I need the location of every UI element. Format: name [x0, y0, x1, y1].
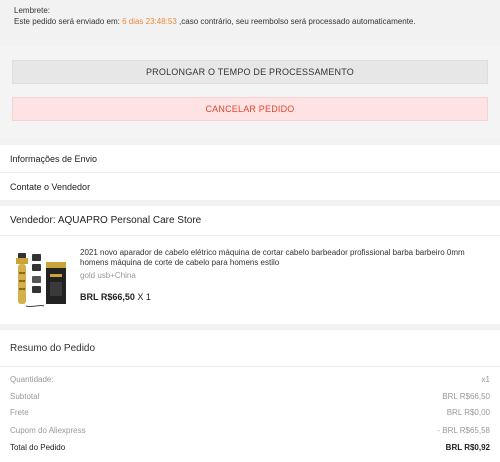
reminder-prefix: Este pedido será enviado em:: [14, 17, 123, 26]
order-summary: Resumo do Pedido Quantidade: x1 Subtotal…: [0, 330, 500, 462]
summary-value: BRL R$0,00: [446, 408, 490, 417]
product-price: BRL R$66,50: [80, 292, 135, 302]
product-title[interactable]: 2021 novo aparador de cabelo elétrico má…: [80, 248, 490, 268]
divider: [0, 235, 500, 236]
summary-title: Resumo do Pedido: [10, 343, 96, 354]
product-quantity: X 1: [137, 292, 151, 302]
summary-row-shipping: Frete BRL R$0,00: [10, 408, 490, 420]
store-card: Vendedor: AQUAPRO Personal Care Store 20…: [0, 206, 500, 324]
summary-label: Frete: [10, 408, 29, 417]
reminder-message: Este pedido será enviado em: 6 dias 23:4…: [14, 16, 500, 27]
reminder-suffix: ,caso contrário, seu reembolso será proc…: [176, 17, 416, 26]
reminder-banner: Lembrete: Este pedido será enviado em: 6…: [0, 0, 500, 30]
summary-value: BRL R$66,50: [442, 392, 490, 401]
summary-label: Cupom do Aliexpress: [10, 426, 86, 435]
summary-label: Quantidade:: [10, 375, 54, 384]
summary-value: - BRL R$65,58: [437, 426, 490, 435]
summary-row-subtotal: Subtotal BRL R$66,50: [10, 392, 490, 404]
product-thumbnail[interactable]: [12, 248, 70, 310]
divider: [0, 366, 500, 367]
summary-label: Subtotal: [10, 392, 40, 401]
summary-value: x1: [481, 375, 490, 384]
cancel-order-button[interactable]: CANCELAR PEDIDO: [12, 97, 488, 121]
summary-row-total: Total do Pedido BRL R$0,92: [10, 443, 490, 455]
summary-value: BRL R$0,92: [445, 443, 490, 452]
summary-row-quantity: Quantidade: x1: [10, 375, 490, 387]
contact-seller-link[interactable]: Contate o Vendedor: [0, 173, 500, 200]
summary-row-coupon: Cupom do Aliexpress - BRL R$65,58: [10, 426, 490, 438]
extend-processing-button[interactable]: PROLONGAR O TEMPO DE PROCESSAMENTO: [12, 60, 488, 84]
product-price-line: BRL R$66,50 X 1: [80, 292, 151, 302]
order-actions: PROLONGAR O TEMPO DE PROCESSAMENTO CANCE…: [0, 46, 500, 138]
product-variant: gold usb+China: [80, 271, 136, 280]
shipping-info-link[interactable]: Informações de Envio: [0, 145, 500, 173]
store-name[interactable]: Vendedor: AQUAPRO Personal Care Store: [10, 215, 201, 226]
countdown-timer: 6 dias 23:48:53: [122, 17, 177, 26]
summary-label: Total do Pedido: [10, 443, 66, 452]
reminder-title: Lembrete:: [14, 6, 51, 15]
